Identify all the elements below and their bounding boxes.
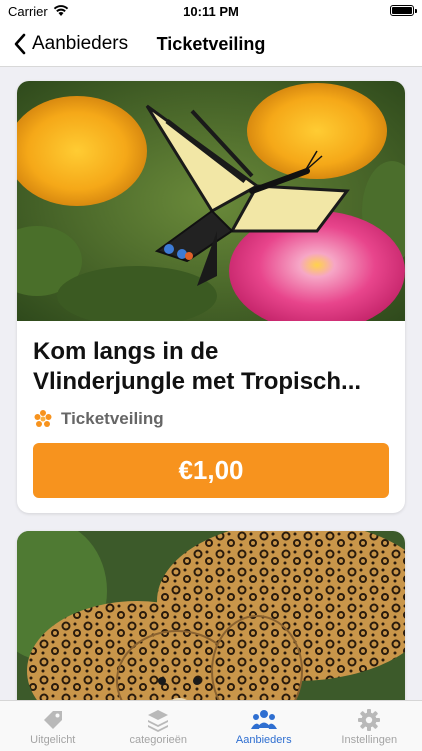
provider-name: Ticketveiling	[61, 409, 164, 429]
card-title-line-1: Kom langs in de	[33, 337, 389, 367]
status-bar: Carrier 10:11 PM	[0, 0, 422, 22]
leopards-image	[17, 531, 405, 700]
tab-bar: Uitgelicht categorieën Aanbieders	[0, 700, 422, 751]
tab-uitgelicht[interactable]: Uitgelicht	[0, 701, 106, 751]
price-button[interactable]: €1,00	[33, 443, 389, 498]
tag-icon	[41, 708, 65, 732]
tab-label: Uitgelicht	[0, 734, 106, 746]
back-label: Aanbieders	[32, 33, 128, 55]
navigation-bar: Ticketveiling Aanbieders	[0, 22, 422, 67]
gear-icon	[357, 708, 381, 732]
battery-icon	[390, 5, 414, 16]
people-icon	[251, 708, 277, 732]
card-title-line-2: Vlinderjungle met Tropisch...	[33, 367, 389, 397]
card-title: Kom langs in de Vlinderjungle met Tropis…	[33, 337, 389, 397]
tab-categorieen[interactable]: categorieën	[106, 701, 212, 751]
auction-card[interactable]	[17, 531, 405, 700]
tab-aanbieders[interactable]: Aanbieders	[211, 701, 317, 751]
layers-icon	[146, 708, 170, 732]
chevron-left-icon	[10, 29, 32, 59]
tab-label: Instellingen	[317, 734, 422, 746]
tab-label: categorieën	[106, 734, 212, 746]
back-button[interactable]: Aanbieders	[10, 22, 128, 66]
ticketveiling-logo-icon	[33, 409, 53, 429]
content-scroll[interactable]: Kom langs in de Vlinderjungle met Tropis…	[0, 67, 422, 700]
butterfly-image	[17, 81, 405, 321]
tab-label: Aanbieders	[211, 734, 317, 746]
auction-card[interactable]: Kom langs in de Vlinderjungle met Tropis…	[17, 81, 405, 513]
status-time: 10:11 PM	[0, 4, 422, 19]
tab-instellingen[interactable]: Instellingen	[317, 701, 422, 751]
provider-row: Ticketveiling	[33, 407, 164, 431]
